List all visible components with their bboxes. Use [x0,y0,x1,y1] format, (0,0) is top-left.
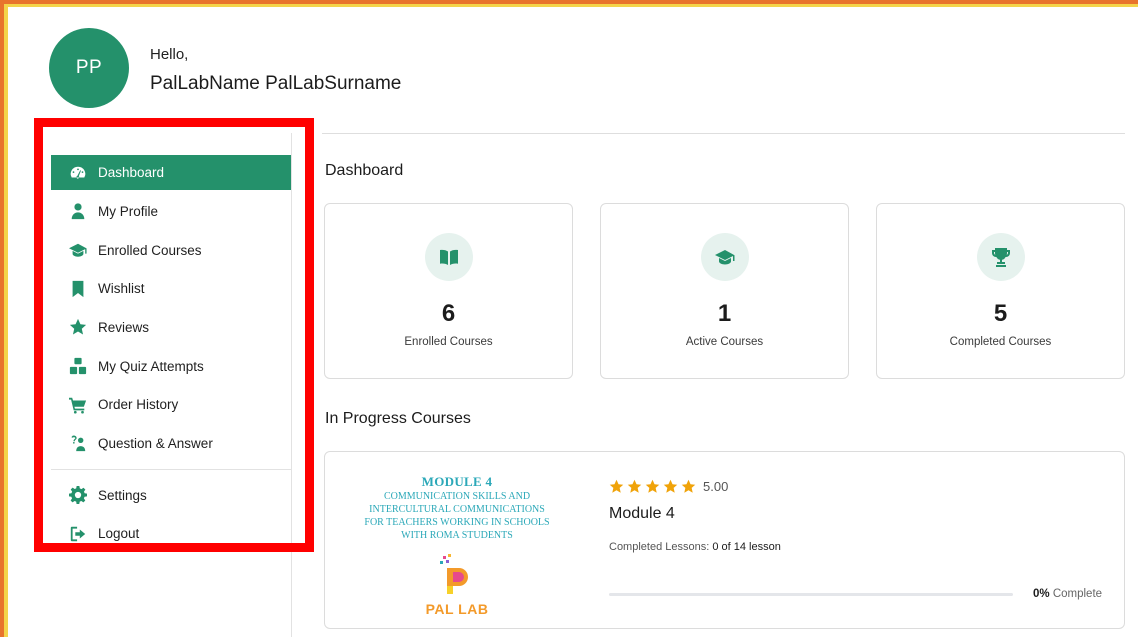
sidebar-item-dashboard[interactable]: Dashboard [51,155,291,190]
pal-lab-logo-icon [440,554,468,594]
sidebar-item-reviews[interactable]: Reviews [51,308,291,347]
avatar[interactable]: PP [49,28,129,108]
sidebar-item-quiz-attempts[interactable]: My Quiz Attempts [51,347,291,386]
sidebar-item-label: My Quiz Attempts [98,358,204,374]
stat-card-enrolled: 6 Enrolled Courses [324,203,573,379]
star-icon [609,479,624,493]
completed-lessons: Completed Lessons: 0 of 14 lesson [609,541,781,553]
sidebar-item-label: Reviews [98,319,150,335]
user-icon [68,201,88,221]
graduation-cap-icon [68,240,88,260]
sidebar-item-label: Enrolled Courses [98,242,202,258]
question-person-icon [68,433,88,453]
course-title[interactable]: Module 4 [609,505,675,523]
thumbnail-subtitle-line: INTERCULTURAL COMMUNICATIONS [369,504,545,515]
star-icon [663,479,678,493]
sidebar-item-question-answer[interactable]: Question & Answer [51,424,291,463]
greeting: Hello, [150,46,189,63]
logout-icon [68,524,88,544]
stat-value: 6 [441,300,456,327]
dashboard-title: Dashboard [325,162,404,179]
sidebar-item-enrolled-courses[interactable]: Enrolled Courses [51,231,291,270]
sidebar-item-label: My Profile [98,203,159,219]
star-icon [627,479,642,493]
star-icon [645,479,660,493]
window-frame-left-inner [4,4,8,637]
stat-label: Enrolled Courses [404,336,493,348]
trophy-icon [976,233,1025,281]
in-progress-title: In Progress Courses [325,410,471,427]
sidebar-item-label: Logout [98,526,140,542]
user-name: PalLabName PalLabSurname [150,73,402,94]
sidebar-item-my-profile[interactable]: My Profile [51,192,291,231]
quiz-blocks-icon [68,356,88,376]
sidebar-item-wishlist[interactable]: Wishlist [51,269,291,308]
thumbnail-subtitle-line: FOR TEACHERS WORKING IN SCHOOLS [364,517,550,528]
sidebar-nav: Dashboard My Profile Enrolled Courses Wi… [51,155,291,553]
stat-label: Active Courses [685,336,764,348]
window-frame-top-inner [4,4,1138,7]
course-thumbnail[interactable]: MODULE 4 COMMUNICATION SKILLS AND INTERC… [337,474,577,624]
stat-value: 5 [993,300,1008,327]
sidebar-item-settings[interactable]: Settings [51,476,291,515]
completed-lessons-value: 0 of 14 lesson [712,541,781,553]
sidebar-item-label: Dashboard [98,165,165,180]
thumbnail-title: MODULE 4 [421,474,493,489]
sidebar-item-label: Settings [98,487,147,503]
sidebar-item-label: Question & Answer [98,435,213,451]
avatar-initials: PP [75,57,103,78]
star-icon [681,479,696,493]
sidebar-divider [291,133,292,637]
progress-percent: 0% [1033,588,1050,600]
stat-value: 1 [717,300,732,327]
book-icon [424,233,473,281]
gear-icon [68,485,88,505]
completed-lessons-label: Completed Lessons: [609,541,710,553]
rating-stars: 5.00 [609,479,728,494]
progress-text: 0% Complete [1033,588,1102,600]
bookmark-icon [68,279,88,299]
star-icon [68,317,88,337]
sidebar-item-logout[interactable]: Logout [51,515,291,554]
dashboard-icon [68,163,88,183]
thumbnail-subtitle-line: WITH ROMA STUDENTS [401,530,513,541]
sidebar-item-label: Order History [98,397,179,413]
stat-card-active: 1 Active Courses [600,203,849,379]
course-card[interactable]: MODULE 4 COMMUNICATION SKILLS AND INTERC… [324,451,1125,629]
sidebar-item-label: Wishlist [98,281,145,297]
thumbnail-brand: PAL LAB [425,601,489,617]
sidebar-divider-line [51,468,291,470]
cart-icon [68,395,88,415]
thumbnail-subtitle-line: COMMUNICATION SKILLS AND [383,491,531,502]
stat-card-completed: 5 Completed Courses [876,203,1125,379]
graduation-cap-icon [700,233,749,281]
progress-label: Complete [1052,588,1103,600]
sidebar-item-order-history[interactable]: Order History [51,385,291,424]
course-progress-bar [609,593,1013,596]
rating-value: 5.00 [703,479,729,494]
header-divider [322,133,1125,134]
stat-label: Completed Courses [949,336,1052,348]
